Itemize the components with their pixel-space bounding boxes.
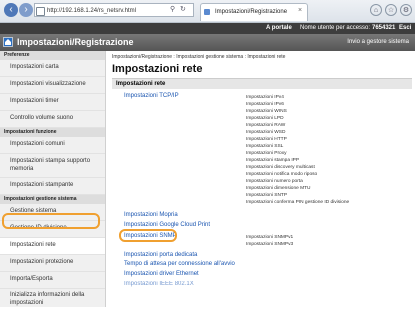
sidebar-section-system: Impostazioni gestione sistema (0, 195, 105, 204)
sidebar-item-paper[interactable]: Impostazioni carta (0, 60, 105, 77)
detail-item: Impostazioni RAW (246, 123, 286, 128)
snmp-highlight (119, 229, 177, 242)
close-tab-icon[interactable]: × (298, 7, 302, 14)
tab-favicon (204, 9, 210, 15)
main-content: Impostazioni/Registrazione : Impostazion… (112, 51, 412, 319)
sidebar-item-network[interactable]: Impostazioni rete (0, 238, 105, 255)
section-header: Impostazioni rete (112, 79, 412, 89)
detail-item: Impostazioni HTTP (246, 137, 287, 142)
sidebar-item-security[interactable]: Impostazioni protezione (0, 255, 105, 272)
detail-item: Impostazioni WINS (246, 109, 287, 114)
sidebar-item-initialize[interactable]: Inizializza informazioni della impostazi… (0, 289, 105, 307)
search-icon[interactable]: ⚲ (170, 5, 175, 13)
sidebar-item-department-id[interactable]: Gestione ID divisione (0, 221, 105, 238)
title-bar: Impostazioni/Registrazione Invio a gesto… (0, 34, 415, 51)
user-id: 7654321 (372, 25, 396, 31)
sidebar-section-functions: Impostazioni funzione (0, 128, 105, 137)
detail-item: Impostazioni SNTP (246, 193, 288, 198)
detail-item: Impostazioni conferma PIN gestione ID di… (246, 200, 350, 205)
sidebar-item-display[interactable]: Impostazioni visualizzazione (0, 77, 105, 94)
back-button[interactable]: ‹ (4, 3, 18, 17)
detail-item: Impostazioni notifica modo riposo (246, 172, 318, 177)
detail-item: Impostazioni WSD (246, 130, 286, 135)
sidebar-item-memory-print[interactable]: Impostazioni stampa supporto memoria (0, 154, 105, 178)
detail-item: Impostazioni IPv4 (246, 95, 284, 100)
user-label: Nome utente per accesso: (300, 25, 371, 31)
detail-item: Impostazioni stampa IPP (246, 158, 300, 163)
sidebar-item-printer[interactable]: Impostazioni stampante (0, 178, 105, 195)
gear-icon[interactable]: ⚙ (400, 4, 412, 16)
browser-tab[interactable]: Impostazioni/Registrazione (200, 3, 308, 21)
detail-item: Impostazioni SNMPv3 (246, 242, 294, 247)
detail-item: Impostazioni IPv6 (246, 102, 284, 107)
browser-chrome: ‹ › http://192.168.1.24/rs_netsrv.html ⚲… (0, 0, 415, 23)
startup-wait-link[interactable]: Tempo di attesa per connessione all'avvi… (124, 261, 235, 267)
detail-item: Impostazioni numero porta (246, 179, 303, 184)
dedicated-port-link[interactable]: Impostazioni porta dedicata (124, 252, 197, 258)
sidebar: Preferenze Impostazioni carta Impostazio… (0, 51, 106, 307)
sidebar-item-system-management[interactable]: Gestione sistema (0, 204, 105, 221)
ethernet-driver-link[interactable]: Impostazioni driver Ethernet (124, 271, 199, 277)
portal-link[interactable]: A portale (266, 25, 292, 31)
snmp-details: Impostazioni SNMPv1 Impostazioni SNMPv3 (246, 234, 293, 248)
breadcrumb: Impostazioni/Registrazione : Impostazion… (112, 54, 286, 60)
page-heading: Impostazioni rete (112, 63, 203, 75)
tcpip-settings-link[interactable]: Impostazioni TCP/IP (124, 93, 179, 99)
send-to-admin-link[interactable]: Invio a gestore sistema (347, 39, 409, 45)
mopria-settings-link[interactable]: Impostazioni Mopria (124, 212, 178, 218)
detail-item: Impostazioni discovery multicast (246, 165, 315, 170)
sidebar-section-preferences: Preferenze (0, 51, 105, 60)
star-icon[interactable]: ☆ (385, 4, 397, 16)
google-cloud-print-link[interactable]: Impostazioni Google Cloud Print (124, 222, 210, 228)
forward-button[interactable]: › (19, 3, 33, 17)
top-bar: A portale Nome utente per accesso: 76543… (0, 23, 415, 34)
logout-link[interactable]: Esci (399, 25, 411, 31)
detail-item: Impostazioni LPD (246, 116, 284, 121)
tcpip-details: Impostazioni IPv4 Impostazioni IPv6 Impo… (246, 94, 349, 206)
settings-home-icon (3, 37, 13, 47)
sidebar-item-import-export[interactable]: Importa/Esporta (0, 272, 105, 289)
detail-item: Impostazioni Proxy (246, 151, 287, 156)
detail-item: Impostazioni SNMPv1 (246, 235, 294, 240)
sidebar-item-volume[interactable]: Controllo volume suono (0, 111, 105, 128)
detail-item: Impostazioni SSL (246, 144, 284, 149)
home-icon[interactable]: ⌂ (370, 4, 382, 16)
sidebar-item-common[interactable]: Impostazioni comuni (0, 137, 105, 154)
page-title: Impostazioni/Registrazione (17, 37, 134, 47)
sidebar-item-timer[interactable]: Impostazioni timer (0, 94, 105, 111)
refresh-icon[interactable]: ↻ (180, 5, 186, 13)
detail-item: Impostazioni dimensione MTU (246, 186, 311, 191)
page-icon (36, 7, 45, 16)
ieee-8021x-link[interactable]: Impostazioni IEEE 802.1X (124, 281, 194, 287)
